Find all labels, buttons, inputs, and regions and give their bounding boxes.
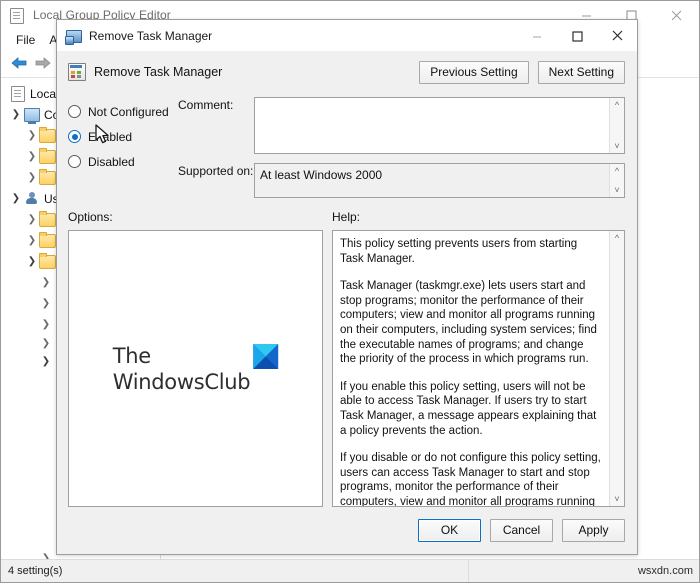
help-content: This policy setting prevents users from …	[333, 231, 609, 506]
policy-document-icon	[10, 7, 26, 24]
cancel-button[interactable]: Cancel	[490, 519, 553, 542]
status-divider	[468, 560, 469, 582]
chevron-right-icon[interactable]: ❯	[25, 214, 39, 225]
folder-icon	[39, 147, 56, 164]
supported-on-value: At least Windows 2000	[260, 168, 383, 182]
options-label: Options:	[68, 210, 113, 224]
previous-setting-button[interactable]: Previous Setting	[419, 60, 529, 84]
chevron-right-icon[interactable]: ❯	[25, 130, 39, 141]
radio-label: Disabled	[88, 154, 135, 169]
folder-icon	[39, 168, 56, 185]
close-icon[interactable]	[597, 20, 637, 51]
policy-setting-dialog: Remove Task Manager Remove Task Manager …	[56, 19, 638, 555]
dialog-title: Remove Task Manager	[89, 28, 213, 43]
radio-label: Not Configured	[88, 104, 169, 119]
chevron-right-icon[interactable]: ❯	[39, 277, 53, 288]
tree-item[interactable]: ❯	[1, 548, 53, 559]
chevron-up-icon[interactable]: ^	[615, 100, 619, 110]
chevron-right-icon[interactable]: ❯	[39, 553, 53, 559]
chevron-down-icon[interactable]: ˅	[614, 494, 619, 504]
screen-root: Local Group Policy Editor File Act	[0, 0, 700, 583]
chevron-up-icon[interactable]: ^	[615, 166, 619, 176]
chevron-right-icon[interactable]: ❯	[25, 151, 39, 162]
watermark-text: The WindowsClub	[113, 343, 251, 395]
site-watermark: wsxdn.com	[637, 565, 693, 577]
minimize-icon[interactable]	[517, 20, 557, 51]
menu-item-file[interactable]: File	[9, 31, 42, 49]
folder-icon	[39, 252, 56, 269]
policy-name-label: Remove Task Manager	[94, 65, 223, 79]
policy-setting-icon	[68, 63, 86, 81]
dialog-titlebar: Remove Task Manager	[57, 20, 637, 51]
help-scrollbar[interactable]: ^ ˅	[609, 231, 624, 506]
options-content: The WindowsClub	[69, 231, 322, 506]
comment-field-row: Comment: ^ ˅	[178, 97, 625, 154]
status-settings-count: 4 setting(s)	[8, 565, 63, 577]
folder-icon	[39, 231, 56, 248]
policy-setting-icon	[65, 28, 82, 45]
chevron-right-icon[interactable]: ❯	[39, 338, 53, 349]
user-icon	[23, 192, 40, 205]
chevron-right-icon[interactable]: ❯	[39, 298, 53, 309]
dialog-header: Remove Task Manager Previous Setting Nex…	[57, 51, 637, 93]
chevron-right-icon[interactable]: ❯	[39, 319, 53, 330]
radio-label: Enabled	[88, 129, 133, 144]
close-icon[interactable]	[654, 1, 699, 29]
ok-button[interactable]: OK	[418, 519, 481, 542]
folder-icon	[39, 210, 56, 227]
dialog-window-controls	[517, 20, 637, 51]
supported-on-field-row: Supported on: At least Windows 2000 ^ ˅	[178, 163, 625, 198]
help-paragraph: Task Manager (taskmgr.exe) lets users st…	[340, 280, 597, 366]
chevron-down-icon[interactable]: ❯	[39, 356, 53, 367]
chevron-down-icon[interactable]: ❯	[25, 256, 39, 267]
policy-state-radio-group: Not Configured Enabled Disabled	[68, 93, 178, 206]
dialog-lower-section: Options: The WindowsClub Help: This poli…	[57, 206, 637, 507]
help-pane: Help: This policy setting prevents users…	[332, 206, 625, 507]
header-navigation-buttons: Previous Setting Next Setting	[419, 60, 625, 84]
windowsclub-watermark: The WindowsClub	[113, 343, 279, 395]
chevron-down-icon[interactable]: ˅	[614, 141, 619, 151]
windowsclub-logo-icon	[253, 343, 279, 369]
computer-icon	[23, 107, 40, 124]
dialog-footer: OK Cancel Apply	[57, 507, 637, 554]
gpedit-statusbar: 4 setting(s) wsxdn.com	[1, 559, 699, 582]
chevron-down-icon[interactable]: ˅	[614, 185, 619, 195]
radio-button-icon[interactable]	[68, 105, 81, 118]
comment-input[interactable]: ^ ˅	[254, 97, 625, 154]
apply-button[interactable]: Apply	[562, 519, 625, 542]
comment-scrollbar[interactable]: ^ ˅	[609, 98, 624, 153]
supported-on-label: Supported on:	[178, 164, 254, 178]
maximize-icon[interactable]	[557, 20, 597, 51]
dialog-fields: Comment: ^ ˅ Supported on: At least Wind…	[178, 93, 625, 206]
supported-on-scrollbar[interactable]: ^ ˅	[609, 164, 624, 197]
help-label: Help:	[332, 210, 361, 224]
help-paragraph: This policy setting prevents users from …	[340, 238, 578, 265]
radio-disabled[interactable]: Disabled	[68, 149, 178, 174]
dialog-upper-section: Not Configured Enabled Disabled Comment:	[57, 93, 637, 206]
comment-label: Comment:	[178, 98, 234, 112]
watermark-line-2: WindowsClub	[112, 369, 251, 394]
chevron-up-icon[interactable]: ^	[615, 233, 619, 243]
radio-button-selected-icon[interactable]	[68, 130, 81, 143]
help-paragraph: If you enable this policy setting, users…	[340, 380, 597, 437]
help-paragraph: If you disable or do not configure this …	[340, 452, 601, 506]
chevron-right-icon[interactable]: ❯	[25, 172, 39, 183]
radio-button-icon[interactable]	[68, 155, 81, 168]
forward-arrow-icon[interactable]	[34, 55, 52, 74]
radio-not-configured[interactable]: Not Configured	[68, 99, 178, 124]
options-box[interactable]: The WindowsClub	[68, 230, 323, 507]
radio-enabled[interactable]: Enabled	[68, 124, 178, 149]
chevron-down-icon[interactable]: ❯	[9, 193, 23, 204]
options-pane: Options: The WindowsClub	[68, 206, 323, 507]
folder-icon	[39, 126, 56, 143]
help-box[interactable]: This policy setting prevents users from …	[332, 230, 625, 507]
comment-value	[255, 98, 609, 153]
watermark-line-1: The	[112, 343, 151, 368]
chevron-right-icon[interactable]: ❯	[25, 235, 39, 246]
policy-document-icon	[9, 85, 26, 102]
next-setting-button[interactable]: Next Setting	[537, 60, 625, 84]
chevron-down-icon[interactable]: ❯	[9, 109, 23, 120]
back-arrow-icon[interactable]	[10, 55, 28, 74]
supported-on-input[interactable]: At least Windows 2000 ^ ˅	[254, 163, 625, 198]
